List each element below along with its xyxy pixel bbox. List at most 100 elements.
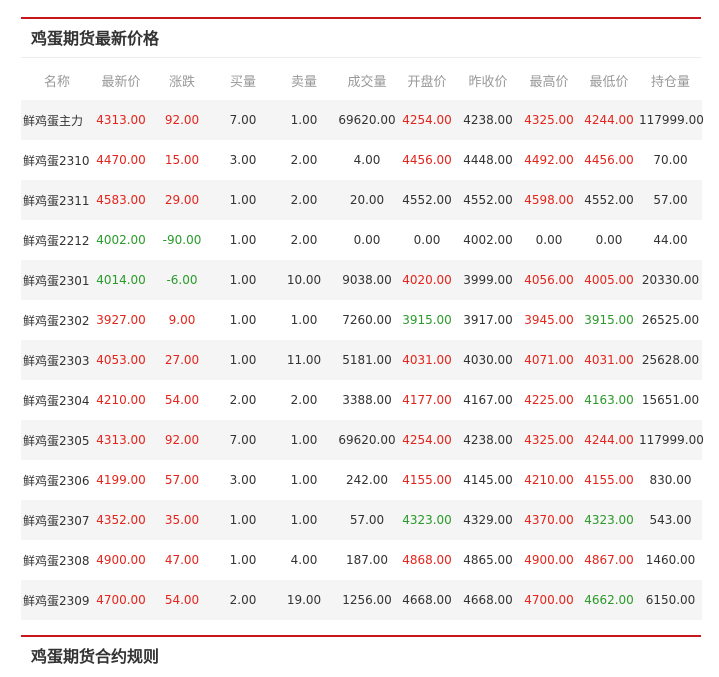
open-interest-cell: 44.00 xyxy=(653,233,688,247)
high-price-cell: 0.00 xyxy=(535,233,563,247)
prev-close-cell: 4145.00 xyxy=(463,473,513,487)
low-price-cell: 4662.00 xyxy=(579,580,639,620)
volume-cell: 69620.00 xyxy=(337,100,397,140)
table-row[interactable]: 鲜鸡蛋2212 4002.00 -90.00 1.00 2.00 0.00 0.00 4002… xyxy=(21,220,702,260)
volume-cell: 1256.00 xyxy=(337,580,397,620)
rules-panel: 鸡蛋期货合约规则 xyxy=(21,635,701,673)
contract-name-cell[interactable]: 鲜鸡蛋2307 xyxy=(21,500,93,540)
contract-name-cell[interactable]: 鲜鸡蛋2212 xyxy=(21,220,93,260)
table-row[interactable]: 鲜鸡蛋2303 4053.00 27.00 1.00 11.00 5181.00 4031.… xyxy=(21,340,702,380)
prev-close-cell: 4329.00 xyxy=(457,500,519,540)
contract-name-cell[interactable]: 鲜鸡蛋2304 xyxy=(21,380,93,420)
contract-name-cell[interactable]: 鲜鸡蛋2301 xyxy=(21,260,93,300)
volume-cell: 3388.00 xyxy=(342,393,392,407)
open-interest-cell: 6150.00 xyxy=(639,580,702,620)
table-row[interactable]: 鲜鸡蛋2305 4313.00 92.00 7.00 1.00 69620.00 4254.… xyxy=(21,420,704,460)
table-row[interactable]: 鲜鸡蛋2306 4199.00 57.00 3.00 1.00 242.00 4155.00… xyxy=(21,460,702,500)
last-price-cell: 4470.00 xyxy=(96,153,146,167)
table-row[interactable]: 鲜鸡蛋2302 3927.00 9.00 1.00 1.00 7260.00 3915.00… xyxy=(21,300,702,340)
last-price-cell: 4002.00 xyxy=(96,233,146,247)
table-row[interactable]: 鲜鸡蛋2310 4470.00 15.00 3.00 2.00 4.00 4456.00 44… xyxy=(21,140,702,180)
contract-name-cell[interactable]: 鲜鸡蛋2302 xyxy=(21,300,93,340)
column-header: 最低价 xyxy=(589,74,629,90)
change-cell: 9.00 xyxy=(168,313,196,327)
open-price-cell: 4456.00 xyxy=(402,153,452,167)
table-body: 鲜鸡蛋主力 4313.00 92.00 7.00 1.00 69620.00 4254.00… xyxy=(21,100,704,620)
panel-title: 鸡蛋期货最新价格 xyxy=(21,19,701,58)
prev-close-cell: 4668.00 xyxy=(457,580,519,620)
table-row[interactable]: 鲜鸡蛋2304 4210.00 54.00 2.00 2.00 3388.00 4177.0… xyxy=(21,380,702,420)
bid-volume-cell: 3.00 xyxy=(229,153,257,167)
contract-name-cell[interactable]: 鲜鸡蛋2306 xyxy=(21,460,93,500)
low-price-cell: 4244.00 xyxy=(579,100,639,140)
last-price-cell: 4210.00 xyxy=(96,393,146,407)
table-row[interactable]: 鲜鸡蛋主力 4313.00 92.00 7.00 1.00 69620.00 4254.00… xyxy=(21,100,704,140)
bid-volume-cell: 1.00 xyxy=(215,500,271,540)
low-price-cell: 4456.00 xyxy=(584,153,634,167)
last-price-cell: 4352.00 xyxy=(93,500,149,540)
contract-name-cell[interactable]: 鲜鸡蛋2303 xyxy=(21,340,93,380)
open-price-cell: 4155.00 xyxy=(402,473,452,487)
contract-name-cell[interactable]: 鲜鸡蛋2305 xyxy=(21,420,93,460)
bid-volume-cell: 1.00 xyxy=(215,180,271,220)
low-price-cell: 4867.00 xyxy=(584,553,634,567)
ask-volume-cell: 10.00 xyxy=(271,260,337,300)
high-price-cell: 4210.00 xyxy=(524,473,574,487)
open-interest-cell: 26525.00 xyxy=(641,313,700,327)
table-row[interactable]: 鲜鸡蛋2309 4700.00 54.00 2.00 19.00 1256.00 4668.… xyxy=(21,580,702,620)
volume-cell: 187.00 xyxy=(346,553,388,567)
contract-name-cell[interactable]: 鲜鸡蛋2309 xyxy=(21,580,93,620)
contract-name-cell[interactable]: 鲜鸡蛋2308 xyxy=(21,540,93,580)
ask-volume-cell: 4.00 xyxy=(290,553,318,567)
prev-close-cell: 4002.00 xyxy=(463,233,513,247)
prev-close-cell: 3917.00 xyxy=(463,313,513,327)
change-cell: -6.00 xyxy=(149,260,215,300)
contract-name-cell[interactable]: 鲜鸡蛋2311 xyxy=(21,180,93,220)
change-cell: 15.00 xyxy=(164,153,200,167)
high-price-cell: 4056.00 xyxy=(519,260,579,300)
change-cell: 54.00 xyxy=(164,393,200,407)
high-price-cell: 4900.00 xyxy=(524,553,574,567)
column-header: 涨跌 xyxy=(168,74,195,90)
change-cell: 92.00 xyxy=(149,420,215,460)
high-price-cell: 4225.00 xyxy=(524,393,574,407)
contract-name-cell[interactable]: 鲜鸡蛋2310 xyxy=(21,140,93,180)
volume-cell: 7260.00 xyxy=(342,313,392,327)
open-interest-cell: 117999.00 xyxy=(639,420,704,460)
low-price-cell: 4323.00 xyxy=(579,500,639,540)
table-row[interactable]: 鲜鸡蛋2301 4014.00 -6.00 1.00 10.00 9038.00 4020.… xyxy=(21,260,702,300)
open-price-cell: 4868.00 xyxy=(402,553,452,567)
volume-cell: 242.00 xyxy=(346,473,388,487)
last-price-cell: 4583.00 xyxy=(93,180,149,220)
column-header: 昨收价 xyxy=(468,74,508,90)
open-price-cell: 3915.00 xyxy=(402,313,452,327)
open-interest-cell: 70.00 xyxy=(653,153,688,167)
column-header: 卖量 xyxy=(290,74,317,90)
volume-cell: 20.00 xyxy=(337,180,397,220)
ask-volume-cell: 1.00 xyxy=(290,313,318,327)
open-interest-cell: 543.00 xyxy=(639,500,702,540)
bid-volume-cell: 1.00 xyxy=(229,233,257,247)
open-interest-cell: 25628.00 xyxy=(639,340,702,380)
quote-panel: 鸡蛋期货最新价格 名称 最新价 涨跌 买量 卖量 成交量 开盘价 昨收价 最高价 最低价 持仓量 鲜… xyxy=(21,17,704,620)
column-header: 名称 xyxy=(43,74,70,90)
ask-volume-cell: 2.00 xyxy=(271,180,337,220)
prev-close-cell: 4448.00 xyxy=(463,153,513,167)
contract-name-cell[interactable]: 鲜鸡蛋主力 xyxy=(21,100,93,140)
prev-close-cell: 4238.00 xyxy=(457,420,519,460)
open-price-cell: 4668.00 xyxy=(397,580,457,620)
table-row[interactable]: 鲜鸡蛋2311 4583.00 29.00 1.00 2.00 20.00 4552.00 4… xyxy=(21,180,702,220)
high-price-cell: 3945.00 xyxy=(524,313,574,327)
column-header: 持仓量 xyxy=(650,74,690,90)
bid-volume-cell: 2.00 xyxy=(229,393,257,407)
bid-volume-cell: 1.00 xyxy=(229,313,257,327)
ask-volume-cell: 1.00 xyxy=(290,473,318,487)
table-row[interactable]: 鲜鸡蛋2308 4900.00 47.00 1.00 4.00 187.00 4868.00… xyxy=(21,540,702,580)
ask-volume-cell: 19.00 xyxy=(271,580,337,620)
bid-volume-cell: 1.00 xyxy=(215,260,271,300)
table-row[interactable]: 鲜鸡蛋2307 4352.00 35.00 1.00 1.00 57.00 4323.00 4… xyxy=(21,500,702,540)
prev-close-cell: 3999.00 xyxy=(457,260,519,300)
change-cell: 29.00 xyxy=(149,180,215,220)
low-price-cell: 3915.00 xyxy=(584,313,634,327)
last-price-cell: 4313.00 xyxy=(93,100,149,140)
